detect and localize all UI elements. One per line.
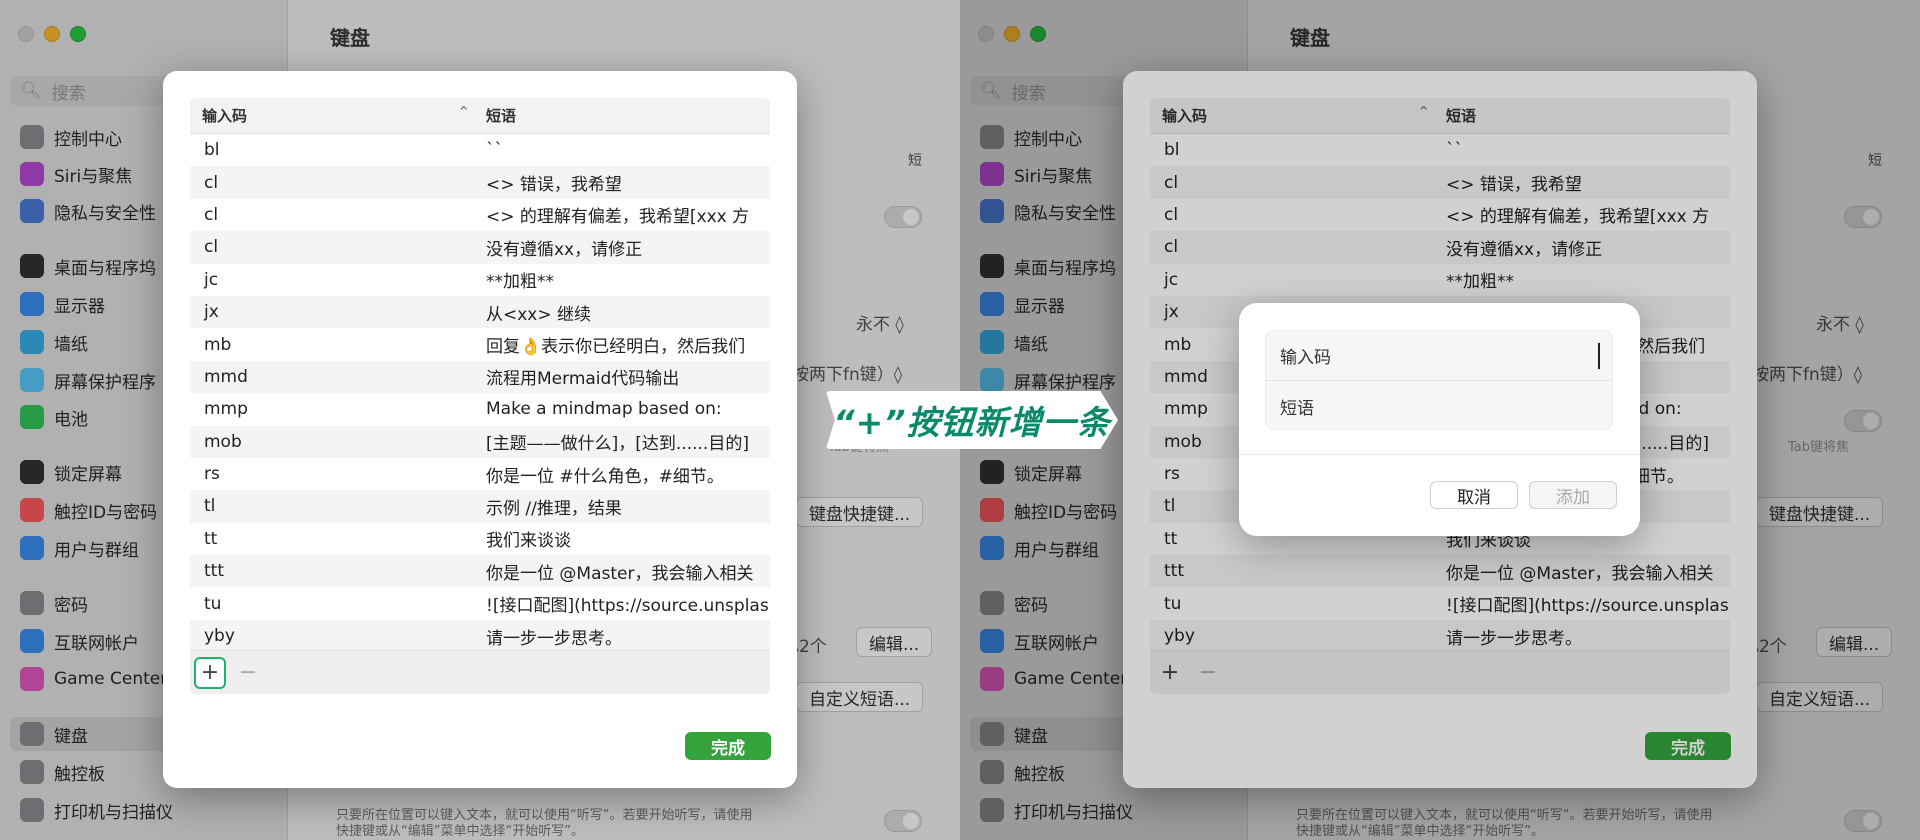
text-replacement-table: 输入码 ⌃ 短语 bl `` cl <> 错误，我希望 cl <> 的理解有偏差，我希望[x… — [190, 98, 770, 694]
dialog-divider — [1239, 454, 1640, 455]
callout-text: “+”按钮新增一条 — [833, 403, 1111, 442]
phrase-cell: <> 错误，我希望 — [486, 175, 622, 196]
phrase-cell: <> 的理解有偏差，我希望[xxx 方 — [486, 207, 750, 228]
text-cursor — [1598, 343, 1600, 369]
column-header-phrase[interactable]: 短语 — [482, 105, 516, 126]
table-row[interactable]: bl `` — [190, 134, 770, 166]
column-header-shortcut-label: 输入码 — [202, 107, 248, 125]
table-row[interactable]: rs 你是一位 #什么角色，#细节。 — [190, 458, 770, 490]
table-row[interactable]: cl <> 错误，我希望 — [190, 166, 770, 199]
table-row[interactable]: jx 从<xx> 继续 — [190, 295, 770, 329]
remove-entry-button[interactable]: − — [236, 657, 260, 689]
phrase-cell: Make a mindmap based on: — [486, 399, 722, 420]
table-body: bl `` cl <> 错误，我希望 cl <> 的理解有偏差，我希望[xxx 方 cl 没有… — [190, 134, 770, 650]
table-row[interactable]: tt 我们来谈谈 — [190, 523, 770, 555]
shortcut-cell: jx — [204, 302, 219, 323]
phrase-cell: 回复👌表示你已经明白，然后我们 — [486, 337, 746, 358]
phrase-cell: 示例 //推理，结果 — [486, 498, 622, 519]
shortcut-cell: tl — [204, 496, 216, 517]
phrase-cell: [主题——做什么]，[达到......目的] — [486, 434, 749, 455]
add-phrase-dialog: 输入码短语取消 添加 — [1239, 303, 1640, 536]
shortcut-cell: mb — [204, 334, 232, 355]
shortcut-cell: ttt — [204, 561, 224, 582]
left-screenshot-pane: 🔍︎ 搜索 控制中心 Siri与聚焦 隐私与安全性 桌面与程序坞 显示器 墙纸 屏幕保护程序… — [0, 0, 960, 840]
table-row[interactable]: tl 示例 //推理，结果 — [190, 490, 770, 523]
shortcut-cell: mmp — [204, 399, 248, 420]
shortcut-cell: cl — [204, 204, 219, 225]
add-entry-button[interactable]: + — [194, 656, 226, 689]
phrase-cell: 你是一位 @Master，我会输入相关 — [486, 563, 754, 584]
sort-ascending-icon: ⌃ — [457, 103, 470, 121]
text-replacement-sheet: 输入码 ⌃ 短语 bl `` cl <> 错误，我希望 cl <> 的理解有偏差，我希望[x… — [163, 71, 797, 788]
shortcut-cell: jc — [204, 269, 219, 290]
table-row[interactable]: tu ![接口配图](https://source.unsplash — [190, 587, 770, 619]
shortcut-input[interactable]: 输入码 — [1266, 331, 1612, 381]
table-row[interactable]: mmp Make a mindmap based on: — [190, 393, 770, 425]
table-row[interactable]: yby 请一步一步思考。 — [190, 619, 770, 650]
shortcut-cell: cl — [204, 237, 219, 258]
column-header-shortcut[interactable]: 输入码 ⌃ — [190, 103, 482, 126]
callout-banner: “+”按钮新增一条 — [826, 391, 1118, 449]
shortcut-cell: tt — [204, 528, 218, 549]
shortcut-cell: cl — [204, 172, 219, 193]
shortcut-cell: mob — [204, 431, 242, 452]
table-row[interactable]: cl <> 的理解有偏差，我希望[xxx 方 — [190, 199, 770, 231]
table-row[interactable]: mb 回复👌表示你已经明白，然后我们 — [190, 328, 770, 360]
shortcut-cell: bl — [204, 140, 220, 161]
phrase-cell: `` — [486, 140, 503, 161]
table-row[interactable]: ttt 你是一位 @Master，我会输入相关 — [190, 555, 770, 588]
phrase-cell: ![接口配图](https://source.unsplash — [486, 596, 770, 617]
table-row[interactable]: mob [主题——做什么]，[达到......目的] — [190, 425, 770, 458]
shortcut-cell: yby — [204, 626, 235, 647]
table-row[interactable]: jc **加粗** — [190, 264, 770, 296]
phrase-input[interactable]: 短语 — [1266, 381, 1612, 431]
table-row[interactable]: cl 没有遵循xx，请修正 — [190, 231, 770, 264]
shortcut-cell: mmd — [204, 366, 248, 387]
phrase-cell: 请一步一步思考。 — [486, 628, 622, 649]
done-button[interactable]: 完成 — [685, 732, 771, 760]
table-row[interactable]: mmd 流程用Mermaid代码输出 — [190, 360, 770, 394]
phrase-cell: 你是一位 #什么角色，#细节。 — [486, 466, 724, 487]
table-header: 输入码 ⌃ 短语 — [190, 98, 770, 134]
phrase-cell: 我们来谈谈 — [486, 531, 571, 552]
phrase-cell: 流程用Mermaid代码输出 — [486, 369, 680, 390]
table-footer: + − — [190, 650, 770, 694]
phrase-cell: 从<xx> 继续 — [486, 304, 592, 325]
add-button[interactable]: 添加 — [1529, 481, 1617, 509]
shortcut-cell: rs — [204, 464, 220, 485]
shortcut-cell: tu — [204, 593, 222, 614]
phrase-cell: 没有遵循xx，请修正 — [486, 239, 643, 260]
phrase-cell: **加粗** — [486, 272, 554, 293]
cancel-button[interactable]: 取消 — [1430, 481, 1518, 509]
dialog-fields: 输入码 短语 — [1265, 330, 1613, 430]
phrase-input-placeholder: 短语 — [1280, 398, 1314, 419]
shortcut-input-placeholder: 输入码 — [1280, 348, 1331, 368]
